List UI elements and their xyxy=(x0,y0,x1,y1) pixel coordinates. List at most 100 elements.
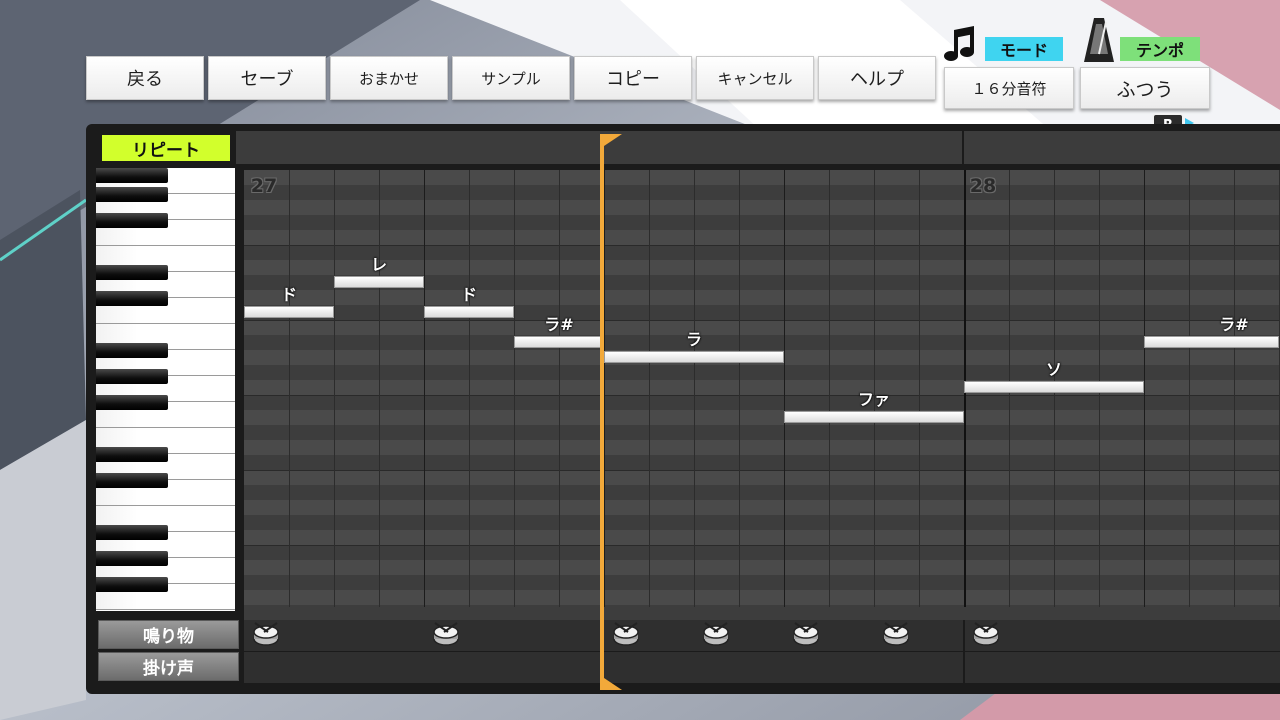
note-block[interactable] xyxy=(514,336,604,348)
drum-icon[interactable] xyxy=(972,622,1000,646)
voice-row-label: 掛け声 xyxy=(98,652,239,681)
help-button[interactable]: ヘルプ xyxy=(818,56,936,100)
drum-icon[interactable] xyxy=(432,622,460,646)
piano-black-key[interactable] xyxy=(96,265,168,280)
piano-keyboard xyxy=(96,168,235,611)
piano-black-key[interactable] xyxy=(96,473,168,488)
grid-beat-line xyxy=(829,170,830,607)
cancel-button[interactable]: キャンセル xyxy=(696,56,814,100)
note-label: ファ xyxy=(857,390,891,409)
piano-black-key[interactable] xyxy=(96,447,168,462)
grid-row xyxy=(244,395,1280,410)
grid-beat-line xyxy=(514,170,515,607)
grid-row xyxy=(244,365,1280,380)
grid-row xyxy=(244,530,1280,545)
grid-beat-line xyxy=(469,170,470,607)
piano-black-key[interactable] xyxy=(96,187,168,202)
mode-label: モード xyxy=(985,37,1063,61)
grid-row xyxy=(244,230,1280,245)
grid-beat-line xyxy=(649,170,650,607)
sound-lane[interactable] xyxy=(244,620,1280,651)
drum-icon[interactable] xyxy=(702,622,730,646)
grid-row xyxy=(244,455,1280,470)
grid-row xyxy=(244,425,1280,440)
grid-beat-line xyxy=(379,170,380,607)
piano-black-key[interactable] xyxy=(96,343,168,358)
repeat-button[interactable]: リピート xyxy=(102,135,230,161)
drum-icon[interactable] xyxy=(792,622,820,646)
measure-number: 28 xyxy=(969,175,997,197)
grid-row xyxy=(244,200,1280,215)
grid-line xyxy=(244,470,1280,471)
note-block[interactable] xyxy=(1144,336,1279,348)
mode-value[interactable]: １６分音符 xyxy=(944,67,1074,109)
piano-black-key[interactable] xyxy=(96,577,168,592)
grid-row xyxy=(244,515,1280,530)
copy-button[interactable]: コピー xyxy=(574,56,692,100)
grid-row xyxy=(244,485,1280,500)
grid-beat-line xyxy=(784,170,785,607)
grid-row xyxy=(244,545,1280,560)
grid-row xyxy=(244,305,1280,320)
grid-row xyxy=(244,440,1280,455)
grid-beat-line xyxy=(334,170,335,607)
piano-black-key[interactable] xyxy=(96,395,168,410)
grid-beat-line xyxy=(919,170,920,607)
grid-beat-line xyxy=(694,170,695,607)
note-label: ラ# xyxy=(544,315,574,334)
grid-beat-line xyxy=(1234,170,1235,607)
auto-button[interactable]: おまかせ xyxy=(330,56,448,100)
grid-line xyxy=(244,395,1280,396)
drum-icon[interactable] xyxy=(882,622,910,646)
grid-row xyxy=(244,335,1280,350)
grid-row xyxy=(244,410,1280,425)
grid-beat-line xyxy=(1144,170,1145,607)
tempo-value[interactable]: ふつう xyxy=(1080,67,1210,109)
note-label: ソ xyxy=(1045,360,1063,379)
sample-button[interactable]: サンプル xyxy=(452,56,570,100)
save-button[interactable]: セーブ xyxy=(208,56,326,100)
grid-row xyxy=(244,185,1280,200)
note-label: レ xyxy=(370,255,388,274)
piano-black-key[interactable] xyxy=(96,168,168,183)
grid-row xyxy=(244,290,1280,305)
grid-row xyxy=(244,245,1280,260)
piano-roll-grid[interactable]: ド レドラ# ラファ ソ ラ# xyxy=(244,170,1280,620)
measure-number: 27 xyxy=(250,175,278,197)
note-label: ラ xyxy=(685,330,703,349)
note-block[interactable] xyxy=(334,276,424,288)
tempo-label: テンポ xyxy=(1120,37,1200,61)
playhead-cursor[interactable] xyxy=(600,134,640,690)
grid-beat-line xyxy=(289,170,290,607)
note-label: ド xyxy=(280,285,298,304)
note-label: ラ# xyxy=(1219,315,1249,334)
grid-beat-line xyxy=(739,170,740,607)
grid-row xyxy=(244,170,1280,185)
grid-row xyxy=(244,215,1280,230)
note-block[interactable] xyxy=(964,381,1144,393)
piano-black-key[interactable] xyxy=(96,369,168,384)
timeline-bar[interactable] xyxy=(236,131,1280,164)
back-button[interactable]: 戻る xyxy=(86,56,204,100)
note-label: ド xyxy=(460,285,478,304)
piano-black-key[interactable] xyxy=(96,213,168,228)
voice-lane[interactable] xyxy=(244,652,1280,683)
grid-beat-line xyxy=(559,170,560,607)
piano-black-key[interactable] xyxy=(96,291,168,306)
music-note-icon xyxy=(944,26,974,61)
metronome-icon xyxy=(1084,18,1114,62)
note-block[interactable] xyxy=(424,306,514,318)
piano-black-key[interactable] xyxy=(96,525,168,540)
grid-row xyxy=(244,260,1280,275)
grid-line xyxy=(244,320,1280,321)
grid-line xyxy=(244,545,1280,546)
grid-row xyxy=(244,590,1280,605)
grid-row xyxy=(244,605,1280,620)
measure-divider xyxy=(962,131,964,164)
grid-row xyxy=(244,575,1280,590)
piano-black-key[interactable] xyxy=(96,551,168,566)
grid-beat-line xyxy=(1189,170,1190,607)
note-block[interactable] xyxy=(244,306,334,318)
note-block[interactable] xyxy=(784,411,964,423)
drum-icon[interactable] xyxy=(252,622,280,646)
